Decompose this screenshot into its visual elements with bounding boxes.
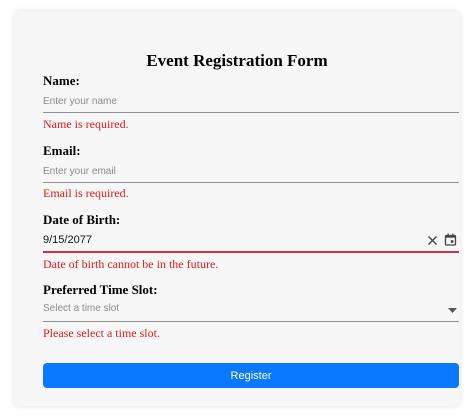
form-title: Event Registration Form	[146, 51, 328, 70]
dob-label: Date of Birth:	[43, 212, 121, 227]
dob-field[interactable]	[43, 231, 459, 253]
time-slot-placeholder: Select a time slot	[43, 303, 120, 314]
time-slot-error: Please select a time slot.	[43, 326, 160, 340]
name-error: Name is required.	[43, 117, 129, 131]
email-label: Email:	[43, 143, 81, 158]
name-input[interactable]	[43, 92, 413, 110]
close-icon[interactable]	[427, 235, 438, 246]
dob-error: Date of birth cannot be in the future.	[43, 257, 219, 271]
name-label: Name:	[43, 73, 80, 88]
registration-form-card: Event Registration Form Name: Name is re…	[14, 11, 460, 406]
register-button[interactable]: Register	[43, 363, 459, 388]
time-slot-select[interactable]: Select a time slot	[43, 301, 459, 322]
time-slot-label: Preferred Time Slot:	[43, 282, 158, 297]
email-error: Email is required.	[43, 186, 129, 200]
caret-down-icon[interactable]	[448, 308, 457, 313]
name-field[interactable]	[43, 92, 459, 113]
email-input[interactable]	[43, 162, 413, 180]
email-field[interactable]	[43, 162, 459, 183]
dob-input[interactable]	[43, 231, 413, 249]
calendar-icon[interactable]	[444, 233, 457, 246]
